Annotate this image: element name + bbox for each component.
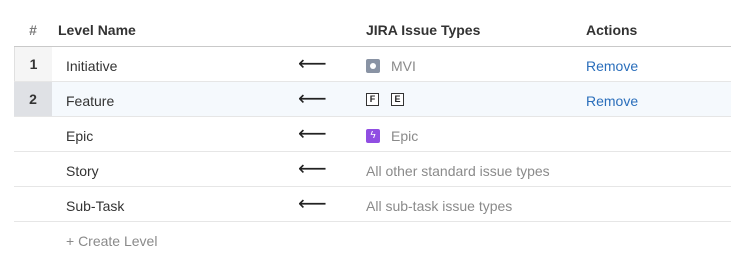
level-name: Story [66, 163, 99, 179]
mvi-icon [366, 59, 380, 73]
header-level-name: Level Name [58, 22, 136, 38]
table-row: 2 Feature ⟵ F E Remove [14, 82, 731, 117]
issue-type-label: Epic [391, 128, 419, 144]
level-name: Initiative [66, 58, 118, 74]
level-name: Epic [66, 128, 94, 144]
table-row: 1 Initiative ⟵ MVI Remove [14, 47, 731, 82]
level-name: Feature [66, 93, 115, 109]
issue-types: F E [366, 93, 410, 106]
level-name: Sub-Task [66, 198, 125, 214]
header-num: # [29, 22, 37, 38]
table-row: Story ⟵ All other standard issue types [14, 152, 731, 187]
arrow-left-icon: ⟵ [298, 191, 327, 215]
feature-type-icon: F [366, 93, 379, 106]
arrow-left-icon: ⟵ [298, 156, 327, 180]
arrow-left-icon: ⟵ [298, 121, 327, 145]
epic-type-icon: E [391, 93, 404, 106]
create-level-button[interactable]: + Create Level [66, 233, 157, 249]
header-actions: Actions [586, 22, 638, 38]
arrow-left-icon: ⟵ [298, 86, 327, 110]
row-number: 2 [14, 82, 52, 116]
arrow-left-icon: ⟵ [298, 51, 327, 75]
header-issue-types: JIRA Issue Types [366, 22, 481, 38]
remove-button[interactable]: Remove [586, 58, 638, 74]
table-row: Epic ⟵ ϟ Epic [14, 117, 731, 152]
create-level-row: + Create Level [14, 222, 731, 256]
remove-button[interactable]: Remove [586, 93, 638, 109]
table-header: # Level Name JIRA Issue Types Actions [14, 12, 731, 47]
epic-icon: ϟ [366, 129, 380, 143]
issue-types: All sub-task issue types [366, 198, 513, 214]
issue-types: MVI [366, 58, 416, 74]
issue-types: All other standard issue types [366, 163, 550, 179]
table-row: Sub-Task ⟵ All sub-task issue types [14, 187, 731, 222]
row-number: 1 [14, 47, 52, 81]
issue-types: ϟ Epic [366, 128, 418, 144]
issue-type-label: MVI [391, 58, 416, 74]
hierarchy-table: # Level Name JIRA Issue Types Actions 1 … [14, 12, 731, 256]
